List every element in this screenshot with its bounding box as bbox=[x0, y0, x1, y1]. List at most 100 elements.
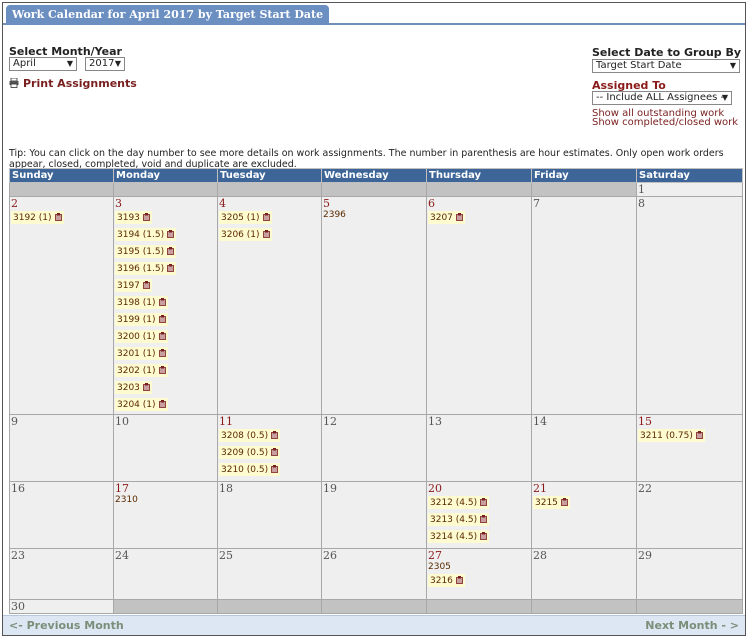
work-order-link[interactable]: 3192 (1) bbox=[11, 211, 64, 224]
work-order-link[interactable]: 3198 (1) bbox=[115, 296, 168, 309]
work-order-link[interactable]: 3205 (1) bbox=[219, 211, 272, 224]
month-select[interactable]: April ▼ bbox=[9, 57, 77, 71]
day-number-link[interactable]: 15 bbox=[638, 416, 741, 428]
day-number-link[interactable]: 1 bbox=[638, 184, 741, 196]
chevron-down-icon: ▼ bbox=[721, 93, 728, 102]
work-order-link[interactable]: 3212 (4.5) bbox=[428, 496, 490, 509]
work-order-icon[interactable] bbox=[143, 281, 150, 289]
day-number-link[interactable]: 18 bbox=[219, 483, 320, 495]
work-order-icon[interactable] bbox=[480, 498, 488, 506]
work-order-icon[interactable] bbox=[271, 448, 279, 456]
day-number-link[interactable]: 4 bbox=[219, 198, 320, 210]
work-order-icon[interactable] bbox=[158, 332, 166, 340]
year-select[interactable]: 2017 ▼ bbox=[85, 57, 125, 71]
work-order-link[interactable]: 3214 (4.5) bbox=[428, 530, 490, 543]
show-completed-link[interactable]: Show completed/closed work bbox=[592, 117, 738, 128]
day-number-link[interactable]: 25 bbox=[219, 550, 320, 562]
work-order-icon[interactable] bbox=[167, 230, 175, 238]
day-number-link[interactable]: 30 bbox=[11, 601, 112, 613]
work-order-icon[interactable] bbox=[561, 498, 568, 506]
work-order-link[interactable]: 3200 (1) bbox=[115, 330, 168, 343]
work-order-icon[interactable] bbox=[158, 400, 166, 408]
work-order-link[interactable]: 3195 (1.5) bbox=[115, 245, 177, 258]
work-order-icon[interactable] bbox=[158, 298, 166, 306]
work-order-link[interactable]: 3211 (0.75) bbox=[638, 429, 705, 442]
work-order-link[interactable]: 2305 bbox=[428, 562, 530, 573]
work-order-link[interactable]: 3213 (4.5) bbox=[428, 513, 490, 526]
work-order-icon[interactable] bbox=[143, 213, 150, 221]
day-number-link[interactable]: 8 bbox=[638, 198, 741, 210]
work-order-link[interactable]: 3202 (1) bbox=[115, 364, 168, 377]
day-number-link[interactable]: 6 bbox=[428, 198, 530, 210]
group-by-select[interactable]: Target Start Date ▼ bbox=[592, 59, 740, 73]
work-order-link[interactable]: 3203 bbox=[115, 381, 152, 394]
day-number-link[interactable]: 11 bbox=[219, 416, 320, 428]
day-number-link[interactable]: 29 bbox=[638, 550, 741, 562]
work-order-link[interactable]: 3194 (1.5) bbox=[115, 228, 177, 241]
work-order-link[interactable]: 3204 (1) bbox=[115, 398, 168, 411]
work-order-link[interactable]: 3199 (1) bbox=[115, 313, 168, 326]
print-assignments-link[interactable]: Print Assignments bbox=[9, 77, 137, 90]
day-number-link[interactable]: 14 bbox=[533, 416, 635, 428]
work-order-label: 3208 (0.5) bbox=[221, 431, 269, 441]
work-order-icon[interactable] bbox=[54, 213, 62, 221]
work-order-icon[interactable] bbox=[695, 431, 703, 439]
tab-work-calendar[interactable]: Work Calendar for April 2017 by Target S… bbox=[6, 5, 330, 25]
work-order-link[interactable]: 3215 bbox=[533, 496, 570, 509]
work-order-link[interactable]: 3210 (0.5) bbox=[219, 463, 281, 476]
day-number-link[interactable]: 17 bbox=[115, 483, 216, 495]
day-number-link[interactable]: 2 bbox=[11, 198, 112, 210]
work-order-link[interactable]: 2310 bbox=[115, 495, 216, 506]
day-number-link[interactable]: 22 bbox=[638, 483, 741, 495]
work-order-link[interactable]: 3196 (1.5) bbox=[115, 262, 177, 275]
work-order-icon[interactable] bbox=[480, 532, 488, 540]
day-number-link[interactable]: 9 bbox=[11, 416, 112, 428]
day-number-link[interactable]: 5 bbox=[323, 198, 425, 210]
work-order-icon[interactable] bbox=[143, 383, 150, 391]
work-order-icon[interactable] bbox=[480, 515, 488, 523]
app-frame: Work Calendar for April 2017 by Target S… bbox=[2, 2, 746, 636]
day-number-link[interactable]: 7 bbox=[533, 198, 635, 210]
assigned-to-select[interactable]: -- Include ALL Assignees -- ▼ bbox=[592, 91, 732, 105]
calendar-week-row: 23 24 25 26 27 2305 3216 28 29 bbox=[9, 548, 743, 600]
work-order-link[interactable]: 3207 bbox=[428, 211, 465, 224]
work-order-icon[interactable] bbox=[158, 349, 166, 357]
work-order-link[interactable]: 3193 bbox=[115, 211, 152, 224]
day-number-link[interactable]: 28 bbox=[533, 550, 635, 562]
day-number-link[interactable]: 10 bbox=[115, 416, 216, 428]
work-order-link[interactable]: 3201 (1) bbox=[115, 347, 168, 360]
next-month-link[interactable]: Next Month - > bbox=[645, 619, 739, 632]
day-number-link[interactable]: 26 bbox=[323, 550, 425, 562]
work-order-link[interactable]: 3216 bbox=[428, 574, 465, 587]
day-cell: 26 bbox=[321, 548, 427, 600]
work-order-link[interactable]: 2396 bbox=[323, 210, 425, 221]
day-number-link[interactable]: 27 bbox=[428, 550, 530, 562]
work-order-icon[interactable] bbox=[271, 465, 279, 473]
previous-month-link[interactable]: <- Previous Month bbox=[9, 619, 124, 632]
day-number-link[interactable]: 3 bbox=[115, 198, 216, 210]
day-number-link[interactable]: 24 bbox=[115, 550, 216, 562]
day-number-link[interactable]: 20 bbox=[428, 483, 530, 495]
work-order-icon[interactable] bbox=[456, 213, 463, 221]
month-select-value: April bbox=[13, 58, 36, 69]
work-order-icon[interactable] bbox=[262, 213, 270, 221]
work-order-link[interactable]: 3209 (0.5) bbox=[219, 446, 281, 459]
day-cell: 14 bbox=[531, 414, 637, 482]
day-number-link[interactable]: 21 bbox=[533, 483, 635, 495]
work-order-icon[interactable] bbox=[271, 431, 279, 439]
day-number-link[interactable]: 13 bbox=[428, 416, 530, 428]
work-order-icon[interactable] bbox=[158, 366, 166, 374]
day-number-link[interactable]: 12 bbox=[323, 416, 425, 428]
work-order-icon[interactable] bbox=[167, 247, 175, 255]
work-order-icon[interactable] bbox=[167, 264, 175, 272]
work-order-link[interactable]: 3197 bbox=[115, 279, 152, 292]
day-number-link[interactable]: 23 bbox=[11, 550, 112, 562]
work-order-icon[interactable] bbox=[456, 576, 463, 584]
day-number-link[interactable]: 19 bbox=[323, 483, 425, 495]
work-order-icon[interactable] bbox=[262, 230, 270, 238]
work-order-link[interactable]: 3208 (0.5) bbox=[219, 429, 281, 442]
work-order-label: 3214 (4.5) bbox=[430, 532, 478, 542]
work-order-icon[interactable] bbox=[158, 315, 166, 323]
day-number-link[interactable]: 16 bbox=[11, 483, 112, 495]
work-order-link[interactable]: 3206 (1) bbox=[219, 228, 272, 241]
